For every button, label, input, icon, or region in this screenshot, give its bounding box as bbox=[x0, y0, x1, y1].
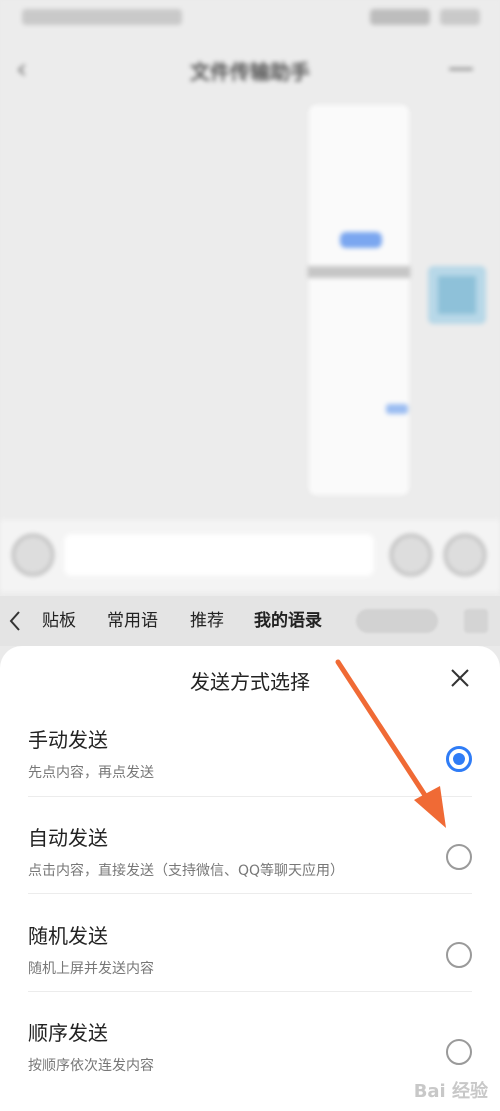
sheet-title: 发送方式选择 bbox=[190, 670, 310, 694]
option-description: 随机上屏并发送内容 bbox=[28, 961, 154, 977]
avatar[interactable] bbox=[428, 266, 486, 324]
tab-recommend[interactable]: 推荐 bbox=[190, 608, 224, 634]
radio-empty-icon[interactable] bbox=[446, 844, 472, 870]
screenshot-message[interactable] bbox=[308, 104, 410, 496]
status-bar bbox=[0, 0, 500, 36]
tab-my-quotes[interactable]: 我的语录 bbox=[254, 608, 322, 634]
radio-empty-icon[interactable] bbox=[446, 1039, 472, 1065]
chat-input-bar bbox=[0, 520, 500, 592]
option-title: 手动发送 bbox=[28, 728, 108, 752]
blurred-tab bbox=[356, 609, 438, 633]
option-title: 自动发送 bbox=[28, 826, 108, 850]
carrier-info bbox=[22, 9, 182, 25]
emoji-icon[interactable] bbox=[390, 534, 432, 576]
option-description: 点击内容，直接发送（支持微信、QQ等聊天应用） bbox=[28, 863, 345, 879]
divider bbox=[28, 893, 472, 894]
plus-icon[interactable] bbox=[444, 534, 486, 576]
status-icons bbox=[370, 9, 430, 25]
watermark-text: Bai 经验 bbox=[413, 1081, 488, 1102]
tab-clipboard[interactable]: 贴板 bbox=[42, 608, 76, 634]
chat-background: ‹ 文件传输助手 — bbox=[0, 0, 500, 600]
divider bbox=[28, 796, 472, 797]
blurred-divider bbox=[308, 266, 410, 278]
voice-icon[interactable] bbox=[12, 534, 54, 576]
clock bbox=[440, 9, 480, 25]
tab-common-phrases[interactable]: 常用语 bbox=[107, 608, 158, 634]
close-icon[interactable] bbox=[446, 664, 474, 692]
option-manual-send[interactable]: 手动发送 先点内容，再点发送 bbox=[0, 712, 500, 809]
more-icon[interactable]: — bbox=[446, 55, 476, 81]
keyboard-toolbar: 贴板 常用语 推荐 我的语录 bbox=[0, 596, 500, 646]
radio-empty-icon[interactable] bbox=[446, 942, 472, 968]
blurred-icon bbox=[464, 609, 488, 633]
blurred-button bbox=[340, 232, 382, 248]
option-description: 先点内容，再点发送 bbox=[28, 765, 154, 781]
chat-topbar: ‹ 文件传输助手 — bbox=[0, 44, 500, 96]
radio-selected-icon[interactable] bbox=[446, 746, 472, 772]
blurred-button bbox=[386, 404, 408, 414]
send-mode-sheet: 发送方式选择 手动发送 先点内容，再点发送 自动发送 点击内容，直接发送（支持微… bbox=[0, 646, 500, 1111]
option-title: 顺序发送 bbox=[28, 1021, 108, 1045]
message-input[interactable] bbox=[64, 534, 374, 576]
option-description: 按顺序依次连发内容 bbox=[28, 1058, 154, 1074]
chat-title: 文件传输助手 bbox=[190, 60, 310, 84]
chevron-left-icon[interactable] bbox=[8, 606, 30, 636]
divider bbox=[28, 991, 472, 992]
option-title: 随机发送 bbox=[28, 924, 108, 948]
watermark-logo: Bai 经验 bbox=[392, 1067, 488, 1103]
